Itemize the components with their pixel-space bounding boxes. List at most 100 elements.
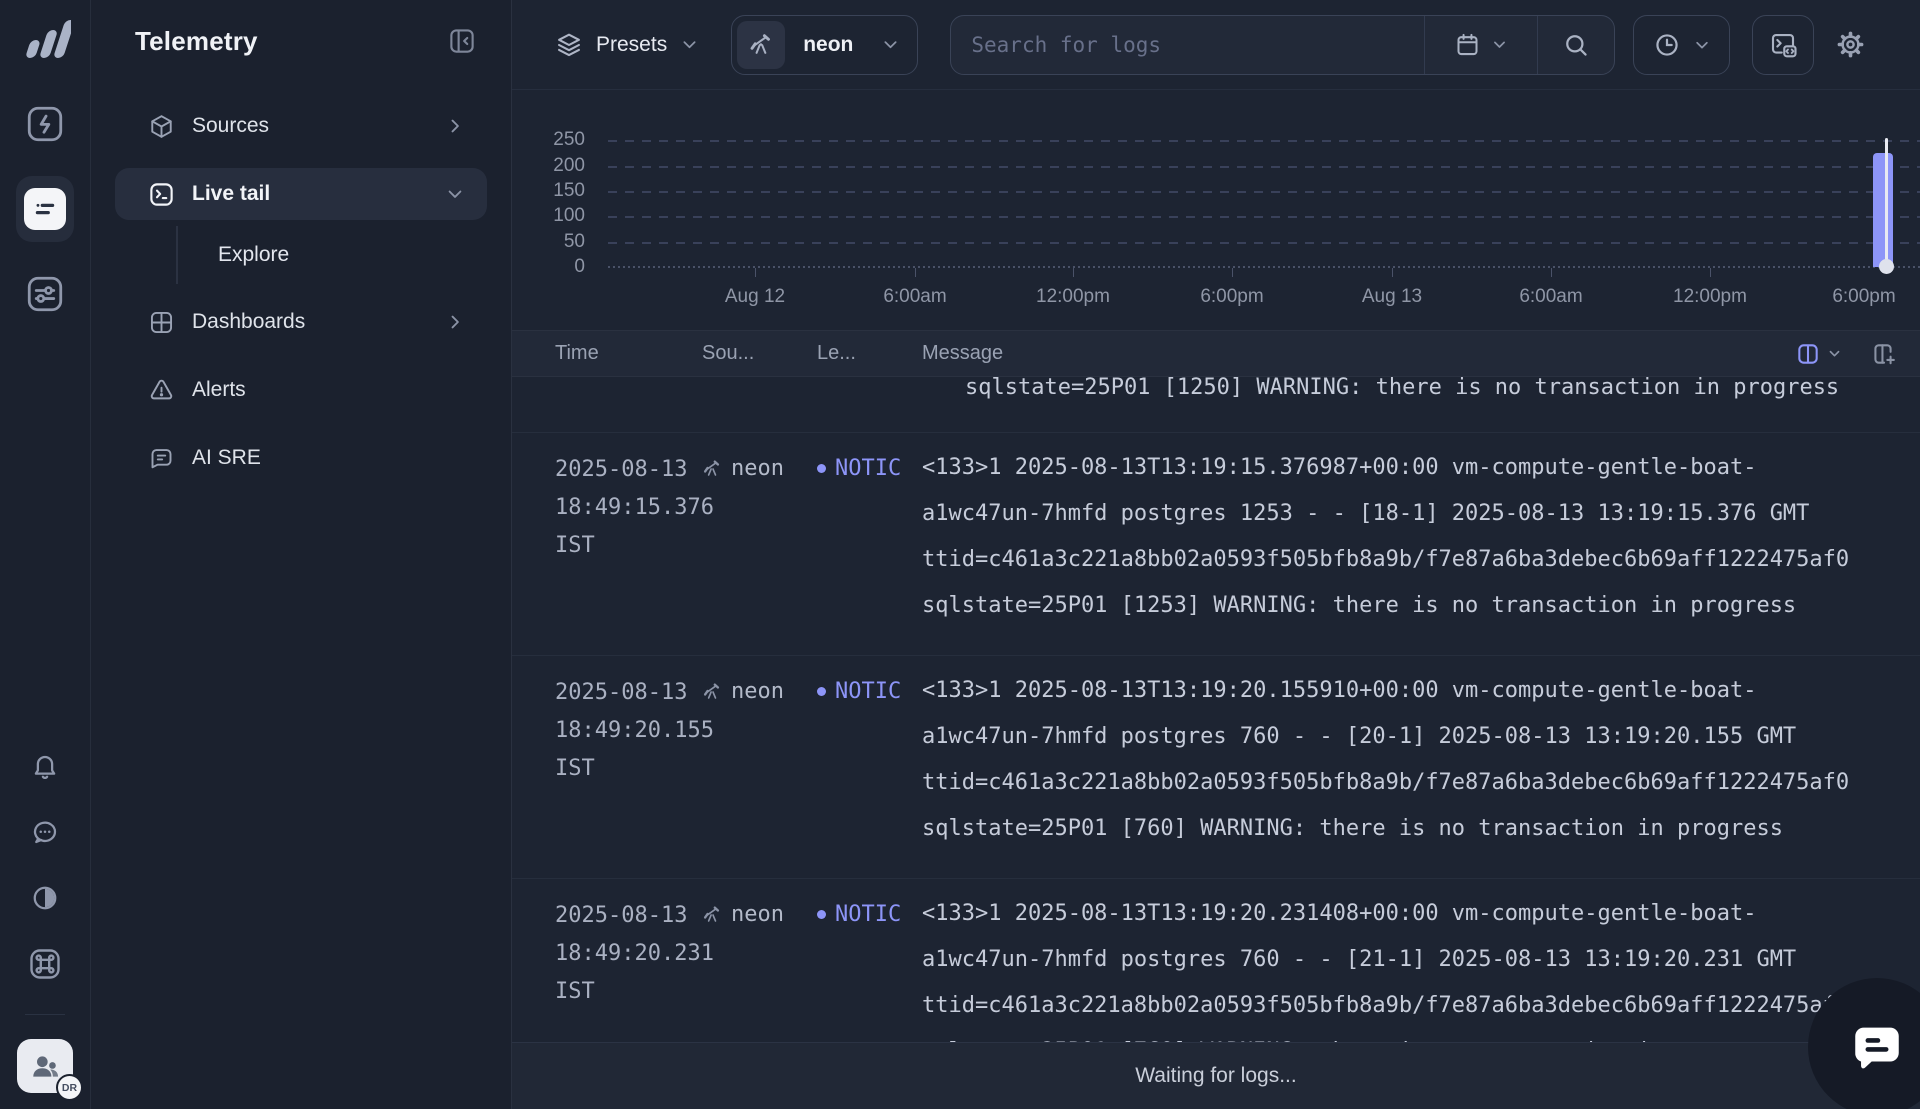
log-row[interactable]: 2025-08-13 18:49:20.231 IST n [512, 879, 1920, 1042]
presets-label: Presets [596, 33, 667, 57]
log-row[interactable]: 2025-08-13 18:49:20.155 IST n [512, 656, 1920, 879]
icon-rail: DR [0, 0, 91, 1109]
log-volume-chart[interactable]: 250 200 150 100 50 0 Aug 12 6:00am 12:00… [512, 90, 1920, 330]
sidebar-subitem-explore[interactable]: Explore [176, 226, 487, 284]
x-tick [1392, 268, 1393, 277]
column-header-time[interactable]: Time [512, 342, 702, 365]
x-tick-label: 6:00pm [1162, 286, 1302, 308]
presets-dropdown[interactable]: Presets [555, 31, 699, 59]
search-icon [1562, 31, 1590, 59]
log-level: NOTIC [817, 891, 922, 937]
column-header-level[interactable]: Le... [817, 342, 922, 365]
sidebar-item-label: AI SRE [192, 446, 465, 470]
message-square-icon [148, 445, 175, 472]
sidebar-title: Telemetry [135, 26, 258, 57]
terminal-code-icon [1768, 30, 1798, 60]
feedback-chat-icon[interactable] [23, 810, 67, 854]
log-table-body: sqlstate=25P01 [1250] WARNING: there is … [512, 377, 1920, 1042]
chevron-down-icon [1693, 36, 1711, 54]
log-search-group [950, 15, 1615, 75]
clipped-log-text: sqlstate=25P01 [1250] WARNING: there is … [965, 377, 1920, 411]
telescope-icon [702, 904, 723, 925]
sidebar-item-live-tail[interactable]: Live tail [115, 168, 487, 220]
log-message: <133>1 2025-08-13T13:19:20.231408+00:00 … [922, 891, 1920, 1042]
log-row[interactable]: 2025-08-13 18:49:15.376 IST n [512, 433, 1920, 656]
column-header-source[interactable]: Sou... [702, 342, 817, 365]
level-dot [817, 687, 826, 696]
time-cursor-line[interactable] [1885, 138, 1888, 264]
chevron-right-icon [445, 116, 465, 136]
column-header-message[interactable]: Message [922, 342, 1795, 365]
x-tick-label: 6:00am [845, 286, 985, 308]
telescope-icon [702, 681, 723, 702]
x-tick [915, 268, 916, 277]
x-tick [1073, 268, 1074, 277]
log-source: neon [702, 891, 817, 937]
log-source: neon [702, 668, 817, 714]
log-message: <133>1 2025-08-13T13:19:15.376987+00:00 … [922, 445, 1920, 629]
sidebar-item-alerts[interactable]: Alerts [115, 364, 487, 416]
topbar: Presets neon [512, 0, 1920, 90]
log-source: neon [702, 445, 817, 491]
zap-icon[interactable] [23, 102, 67, 146]
chevron-down-icon [445, 184, 465, 204]
logs-nav-active[interactable] [16, 176, 74, 242]
chevron-down-icon[interactable] [1827, 346, 1842, 361]
y-tick-label: 150 [512, 180, 585, 202]
time-range-picker[interactable] [1425, 16, 1537, 74]
telescope-icon [702, 458, 723, 479]
calendar-icon [1454, 31, 1481, 58]
telescope-icon [737, 21, 785, 69]
x-tick-label: 12:00pm [1640, 286, 1780, 308]
bell-icon[interactable] [23, 744, 67, 788]
log-message: <133>1 2025-08-13T13:19:20.155910+00:00 … [922, 668, 1920, 852]
gridline [608, 191, 1920, 193]
chevron-down-icon [1491, 36, 1508, 53]
app-window: DR Telemetry [0, 0, 1920, 1109]
waiting-for-logs-text: Waiting for logs... [1135, 1064, 1296, 1088]
search-input[interactable] [951, 16, 1424, 74]
chevron-down-icon [881, 35, 900, 54]
log-time: 2025-08-13 18:49:20.155 IST [512, 668, 702, 788]
layers-icon [555, 31, 583, 59]
source-selector[interactable]: neon [731, 15, 918, 75]
chart-bar[interactable] [1873, 153, 1893, 267]
clipped-log-row[interactable]: sqlstate=25P01 [1250] WARNING: there is … [512, 377, 1920, 433]
column-layout-icon[interactable] [1795, 341, 1821, 367]
source-selector-value: neon [803, 33, 853, 57]
live-tail-time-button[interactable] [1633, 15, 1730, 75]
y-tick-label: 200 [512, 155, 585, 177]
sidebar-item-ai-sre[interactable]: AI SRE [115, 432, 487, 484]
sidebar-item-dashboards[interactable]: Dashboards [115, 296, 487, 348]
x-tick-label: 6:00pm [1794, 286, 1920, 308]
brand-logo[interactable] [19, 14, 71, 60]
avatar-badge: DR [56, 1074, 83, 1101]
y-tick-label: 250 [512, 129, 585, 151]
log-time: 2025-08-13 18:49:20.231 IST [512, 891, 702, 1011]
user-avatar[interactable]: DR [17, 1039, 73, 1093]
y-tick-label: 50 [512, 231, 585, 253]
settings-gear-icon[interactable] [1835, 29, 1866, 60]
sidebar-subitem-label: Explore [178, 243, 289, 267]
log-stream-status: Waiting for logs... [512, 1042, 1920, 1109]
command-icon[interactable] [23, 942, 67, 986]
add-column-icon[interactable] [1870, 341, 1896, 367]
rail-divider [25, 1014, 65, 1015]
terminal-icon [148, 181, 175, 208]
theme-contrast-icon[interactable] [23, 876, 67, 920]
x-tick [1232, 268, 1233, 277]
sidebar-item-label: Sources [192, 114, 445, 138]
y-tick-label: 100 [512, 205, 585, 227]
sidebar-item-sources[interactable]: Sources [115, 100, 487, 152]
sidebar-item-label: Dashboards [192, 310, 445, 334]
sliders-icon[interactable] [23, 272, 67, 316]
search-submit-button[interactable] [1538, 16, 1614, 74]
x-tick-label: 6:00am [1481, 286, 1621, 308]
collapse-sidebar-icon[interactable] [447, 26, 477, 56]
query-console-button[interactable] [1752, 15, 1814, 75]
time-cursor-handle[interactable] [1879, 259, 1894, 274]
cube-icon [148, 113, 175, 140]
x-tick [755, 268, 756, 277]
gridline [608, 140, 1920, 142]
chevron-down-icon [680, 35, 699, 54]
